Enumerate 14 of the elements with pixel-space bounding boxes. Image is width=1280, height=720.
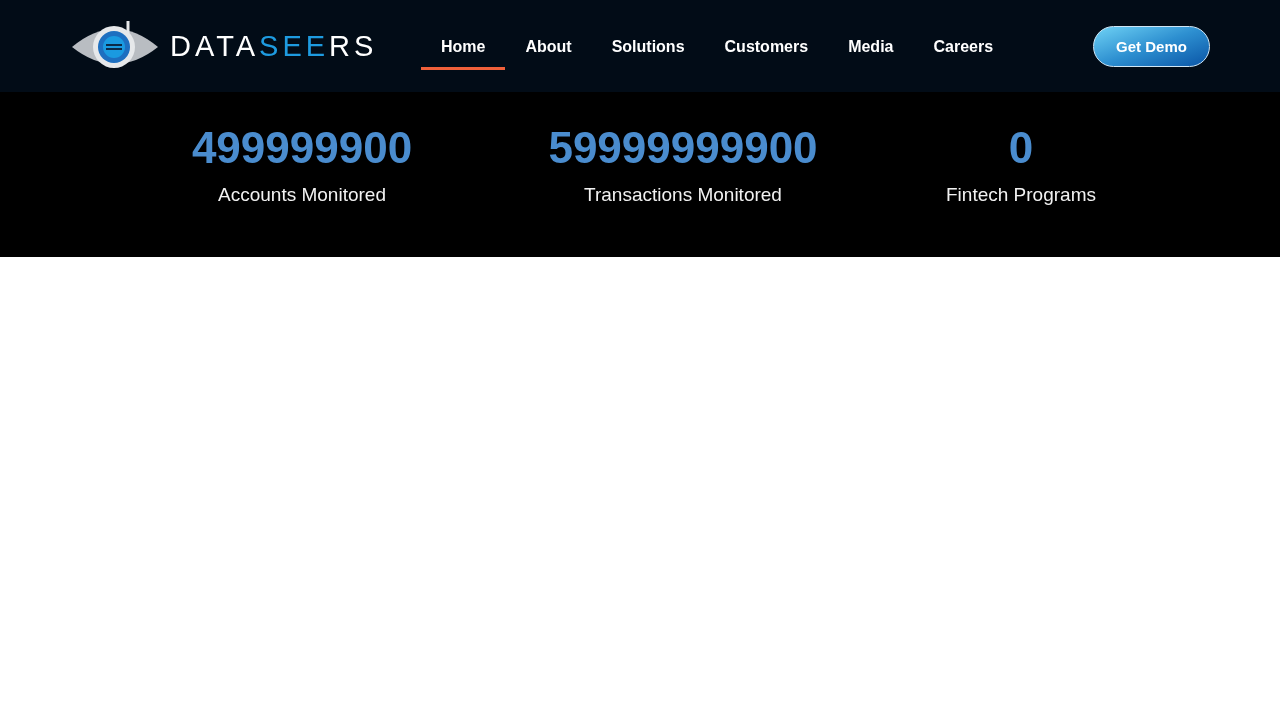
stat-label: Accounts Monitored (218, 184, 386, 206)
nav-link[interactable]: Solutions (591, 25, 705, 70)
stat-value: 499999900 (191, 126, 413, 170)
stat-label: Transactions Monitored (584, 184, 782, 206)
logo-wordmark: DATASEE RS (170, 29, 378, 63)
nav-link[interactable]: Home (421, 25, 506, 70)
nav-link[interactable]: Careers (913, 25, 1014, 70)
nav-link[interactable]: Customers (704, 25, 829, 70)
stat-value: 59999999900 (548, 126, 818, 170)
nav-link[interactable]: Media (828, 25, 914, 70)
nav-link[interactable]: About (505, 25, 592, 70)
get-demo-button[interactable]: Get Demo (1093, 25, 1210, 67)
stat-value: 0 (1008, 126, 1034, 170)
stat-label: Fintech Programs (946, 184, 1096, 206)
